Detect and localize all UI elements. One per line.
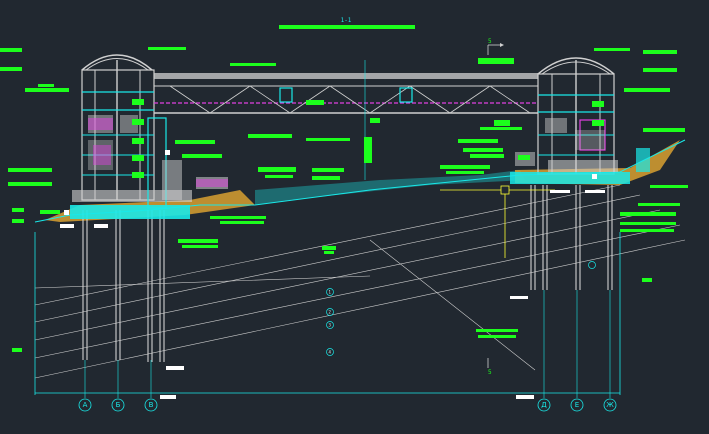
axis-label-d: Д (541, 401, 547, 409)
section-title: 1-1 (341, 17, 352, 24)
mid-markers: 1 2 3 4 (326, 261, 596, 356)
section-mark-top-label: 5 (488, 38, 492, 45)
mid-marker-1: 1 (329, 290, 332, 295)
cad-cursor (440, 185, 555, 258)
truss-bridge (154, 60, 538, 180)
mid-marker-2: 2 (329, 310, 332, 315)
axis-bubbles: A Б В Д Е Ж (78, 398, 617, 412)
section-mark-bottom: 5 (487, 358, 492, 376)
axis-label-b: Б (116, 401, 121, 409)
mid-marker-3: 3 (329, 323, 332, 328)
section-mark-bottom-label: 5 (488, 369, 492, 376)
cad-drawing-canvas[interactable]: 1-1 5 5 1 2 3 4 A Б В Д Е Ж (0, 0, 709, 434)
left-tower (70, 54, 228, 219)
section-title-bar (279, 25, 415, 29)
axis-label-e: Е (575, 401, 579, 409)
section-mark-top: 5 (487, 38, 504, 55)
bottom-dimension (34, 232, 621, 395)
mid-marker-4: 4 (329, 350, 332, 355)
axis-label-v: В (149, 401, 154, 409)
axis-label-a: A (83, 401, 88, 409)
axis-label-zh: Ж (606, 401, 614, 409)
